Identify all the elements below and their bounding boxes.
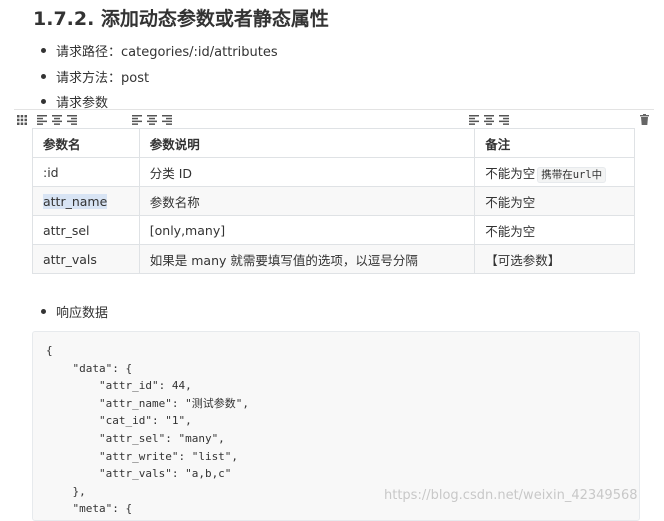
trash-icon[interactable]: [640, 114, 649, 125]
note-text: 不能为空: [485, 165, 536, 181]
table-row: attr_sel [only,many] 不能为空: [32, 215, 635, 245]
cell-note[interactable]: 不能为空: [474, 186, 635, 216]
section-heading: 1.7.2. 添加动态参数或者静态属性: [33, 8, 329, 30]
table-row: attr_name 参数名称 不能为空: [32, 186, 635, 216]
cell-note[interactable]: 【可选参数】: [474, 244, 635, 274]
col3-align-center-icon[interactable]: [484, 115, 494, 125]
bullet-response-data: 响应数据: [41, 302, 108, 321]
table-grid-icon[interactable]: [17, 115, 27, 125]
inline-code: 携带在url中: [537, 166, 607, 183]
bullet-dot: [41, 99, 46, 104]
watermark: https://blog.csdn.net/weixin_42349568: [384, 488, 638, 503]
bullet-request-method: 请求方法：post: [41, 67, 149, 86]
cell-desc[interactable]: 如果是 many 就需要填写值的选项，以逗号分隔: [138, 244, 476, 274]
col3-align-right-icon[interactable]: [499, 115, 509, 125]
selected-text: attr_name: [43, 193, 108, 209]
bullet-text: 请求路径：categories/:id/attributes: [56, 45, 278, 60]
bullet-request-path: 请求路径：categories/:id/attributes: [41, 41, 278, 60]
table-row: :id 分类 ID 不能为空 携带在url中: [32, 157, 635, 187]
header-param-desc[interactable]: 参数说明: [138, 128, 476, 158]
col2-align-center-icon[interactable]: [147, 115, 157, 125]
bullet-dot: [41, 74, 46, 79]
bullet-dot: [41, 48, 46, 53]
table-row: attr_vals 如果是 many 就需要填写值的选项，以逗号分隔 【可选参数…: [32, 244, 635, 274]
cell-note[interactable]: 不能为空: [474, 215, 635, 245]
cell-name[interactable]: attr_sel: [32, 215, 140, 245]
cell-desc[interactable]: 分类 ID: [138, 157, 476, 187]
cell-note[interactable]: 不能为空 携带在url中: [474, 157, 635, 187]
header-note[interactable]: 备注: [474, 128, 635, 158]
cell-name[interactable]: :id: [32, 157, 140, 187]
bullet-text: 响应数据: [56, 306, 109, 321]
align-center-icon[interactable]: [52, 115, 62, 125]
table-header-row: 参数名 参数说明 备注: [32, 128, 635, 158]
align-left-icon[interactable]: [37, 115, 47, 125]
params-table: 参数名 参数说明 备注 :id 分类 ID 不能为空 携带在url中 attr_n…: [32, 128, 635, 274]
header-param-name[interactable]: 参数名: [32, 128, 140, 158]
bullet-text: 请求方法：post: [56, 71, 150, 86]
col2-align-right-icon[interactable]: [162, 115, 172, 125]
cell-name[interactable]: attr_name: [32, 186, 140, 216]
cell-name[interactable]: attr_vals: [32, 244, 140, 274]
cell-desc[interactable]: 参数名称: [138, 186, 476, 216]
col2-align-left-icon[interactable]: [132, 115, 142, 125]
col3-align-left-icon[interactable]: [469, 115, 479, 125]
cell-desc[interactable]: [only,many]: [138, 215, 476, 245]
bullet-dot: [41, 309, 46, 314]
align-right-icon[interactable]: [67, 115, 77, 125]
table-toolbar: [14, 109, 654, 130]
